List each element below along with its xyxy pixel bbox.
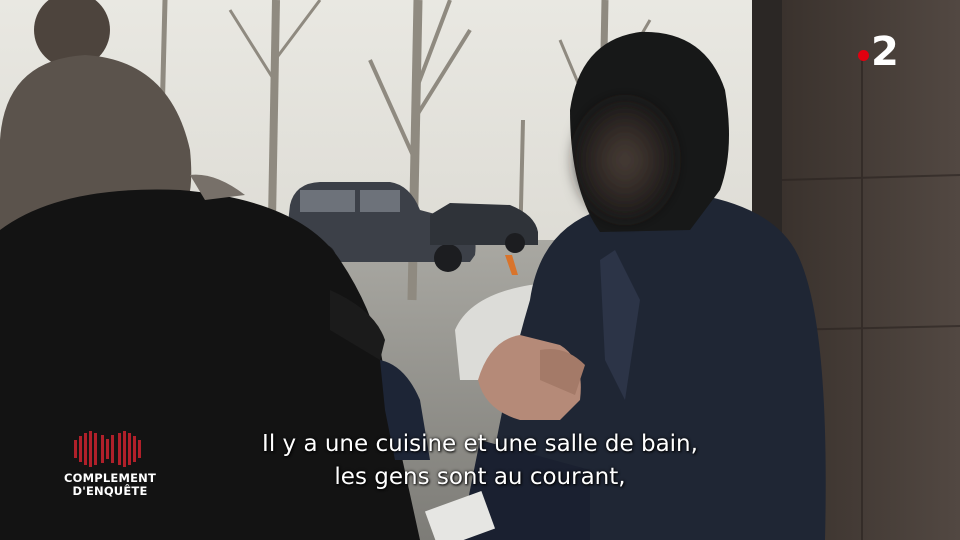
blurred-face bbox=[577, 102, 673, 218]
video-frame: 2 COMPLEMENT D'ENQUÊTE Il y a une cuisin… bbox=[0, 0, 960, 540]
subtitle-line1: Il y a une cuisine et une salle de bain, bbox=[262, 431, 698, 457]
channel-logo: 2 bbox=[858, 30, 899, 74]
channel-dot-icon bbox=[858, 49, 869, 61]
subtitle-line2: les gens sont au courant, bbox=[334, 464, 626, 490]
channel-number: 2 bbox=[871, 29, 899, 75]
subtitles: Il y a une cuisine et une salle de bain,… bbox=[0, 428, 960, 494]
